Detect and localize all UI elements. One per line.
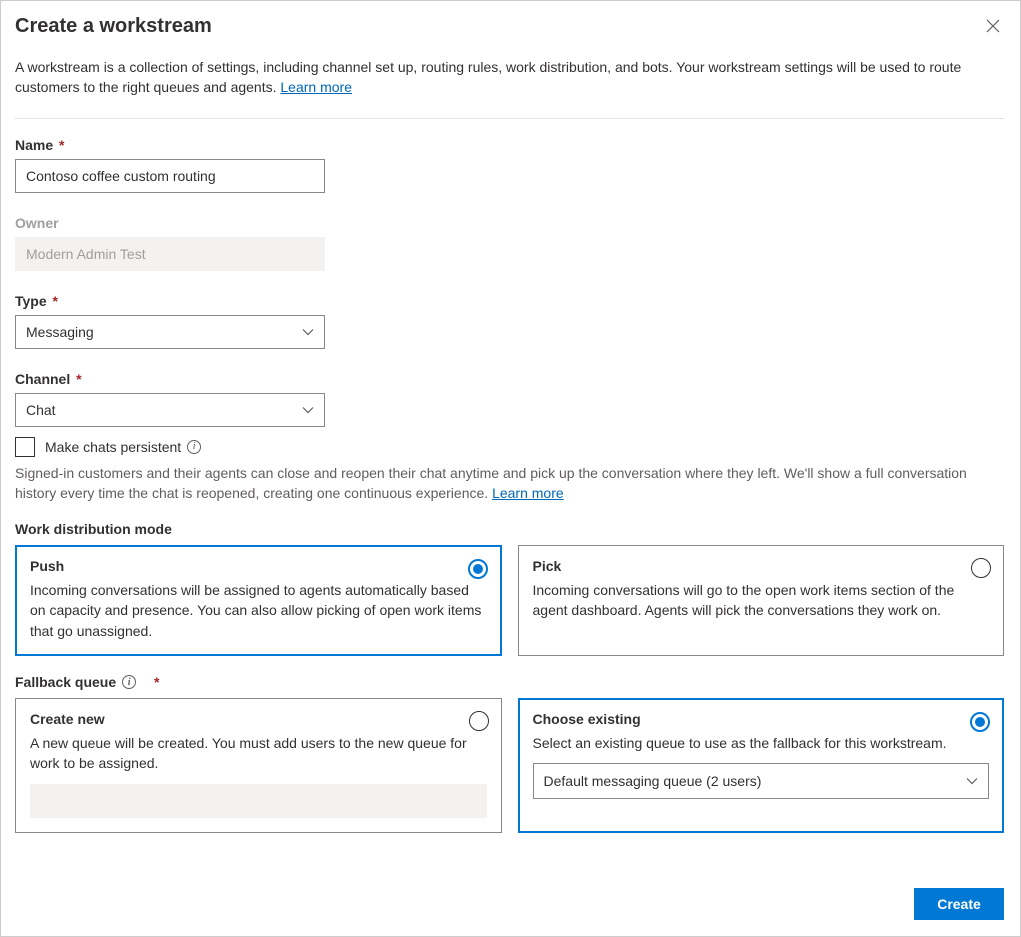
create-new-radio[interactable] <box>469 711 489 731</box>
push-desc: Incoming conversations will be assigned … <box>30 580 487 641</box>
persistent-helper-text: Signed-in customers and their agents can… <box>15 465 967 501</box>
chevron-down-icon <box>302 326 314 338</box>
field-type: Type * Messaging <box>15 293 1004 349</box>
chevron-down-icon <box>302 404 314 416</box>
pick-title: Pick <box>533 558 990 574</box>
close-icon <box>986 20 1000 36</box>
divider <box>15 118 1004 119</box>
dialog-header: Create a workstream <box>15 15 1004 39</box>
choose-existing-title: Choose existing <box>533 711 990 727</box>
pick-desc: Incoming conversations will go to the op… <box>533 580 990 621</box>
work-distribution-options: Push Incoming conversations will be assi… <box>15 545 1004 656</box>
type-select[interactable]: Messaging <box>15 315 325 349</box>
field-name: Name * <box>15 137 1004 193</box>
description-text: A workstream is a collection of settings… <box>15 59 961 95</box>
learn-more-link[interactable]: Learn more <box>280 79 352 95</box>
info-icon[interactable]: i <box>187 440 201 454</box>
channel-select[interactable]: Chat <box>15 393 325 427</box>
info-icon[interactable]: i <box>122 675 136 689</box>
push-option[interactable]: Push Incoming conversations will be assi… <box>15 545 502 656</box>
persistent-chats-row: Make chats persistent i <box>15 437 1004 457</box>
close-button[interactable] <box>982 15 1004 39</box>
pick-radio[interactable] <box>971 558 991 578</box>
dialog-footer: Create <box>15 872 1004 920</box>
dialog-title: Create a workstream <box>15 15 982 38</box>
fallback-queue-select[interactable]: Default messaging queue (2 users) <box>533 763 990 799</box>
choose-existing-option[interactable]: Choose existing Select an existing queue… <box>518 698 1005 833</box>
type-label: Type * <box>15 293 1004 309</box>
channel-value: Chat <box>26 402 56 418</box>
create-new-name-input-disabled <box>30 784 487 818</box>
field-channel: Channel * Chat <box>15 371 1004 427</box>
chevron-down-icon <box>966 775 978 787</box>
choose-existing-radio[interactable] <box>970 712 990 732</box>
required-marker: * <box>53 293 58 309</box>
channel-label: Channel * <box>15 371 1004 387</box>
dialog-description: A workstream is a collection of settings… <box>15 57 1004 98</box>
form: Name * Owner Type * Messaging Channel * … <box>15 137 1004 872</box>
persistent-label: Make chats persistent i <box>45 439 201 455</box>
persistent-learn-more-link[interactable]: Learn more <box>492 485 564 501</box>
owner-label: Owner <box>15 215 1004 231</box>
name-label: Name * <box>15 137 1004 153</box>
persistent-helper: Signed-in customers and their agents can… <box>15 463 1004 504</box>
pick-option[interactable]: Pick Incoming conversations will go to t… <box>518 545 1005 656</box>
create-button[interactable]: Create <box>914 888 1004 920</box>
required-marker: * <box>59 137 64 153</box>
choose-existing-desc: Select an existing queue to use as the f… <box>533 733 990 753</box>
push-title: Push <box>30 558 487 574</box>
work-distribution-label: Work distribution mode <box>15 521 1004 537</box>
field-owner: Owner <box>15 215 1004 271</box>
create-workstream-dialog: Create a workstream A workstream is a co… <box>0 0 1021 937</box>
push-radio[interactable] <box>468 559 488 579</box>
create-new-desc: A new queue will be created. You must ad… <box>30 733 487 774</box>
required-marker: * <box>154 674 159 690</box>
owner-input <box>15 237 325 271</box>
type-value: Messaging <box>26 324 94 340</box>
fallback-queue-value: Default messaging queue (2 users) <box>544 773 762 789</box>
name-input[interactable] <box>15 159 325 193</box>
create-new-option[interactable]: Create new A new queue will be created. … <box>15 698 502 833</box>
fallback-queue-options: Create new A new queue will be created. … <box>15 698 1004 833</box>
create-new-title: Create new <box>30 711 487 727</box>
persistent-checkbox[interactable] <box>15 437 35 457</box>
required-marker: * <box>76 371 81 387</box>
fallback-queue-label: Fallback queue i * <box>15 674 1004 690</box>
